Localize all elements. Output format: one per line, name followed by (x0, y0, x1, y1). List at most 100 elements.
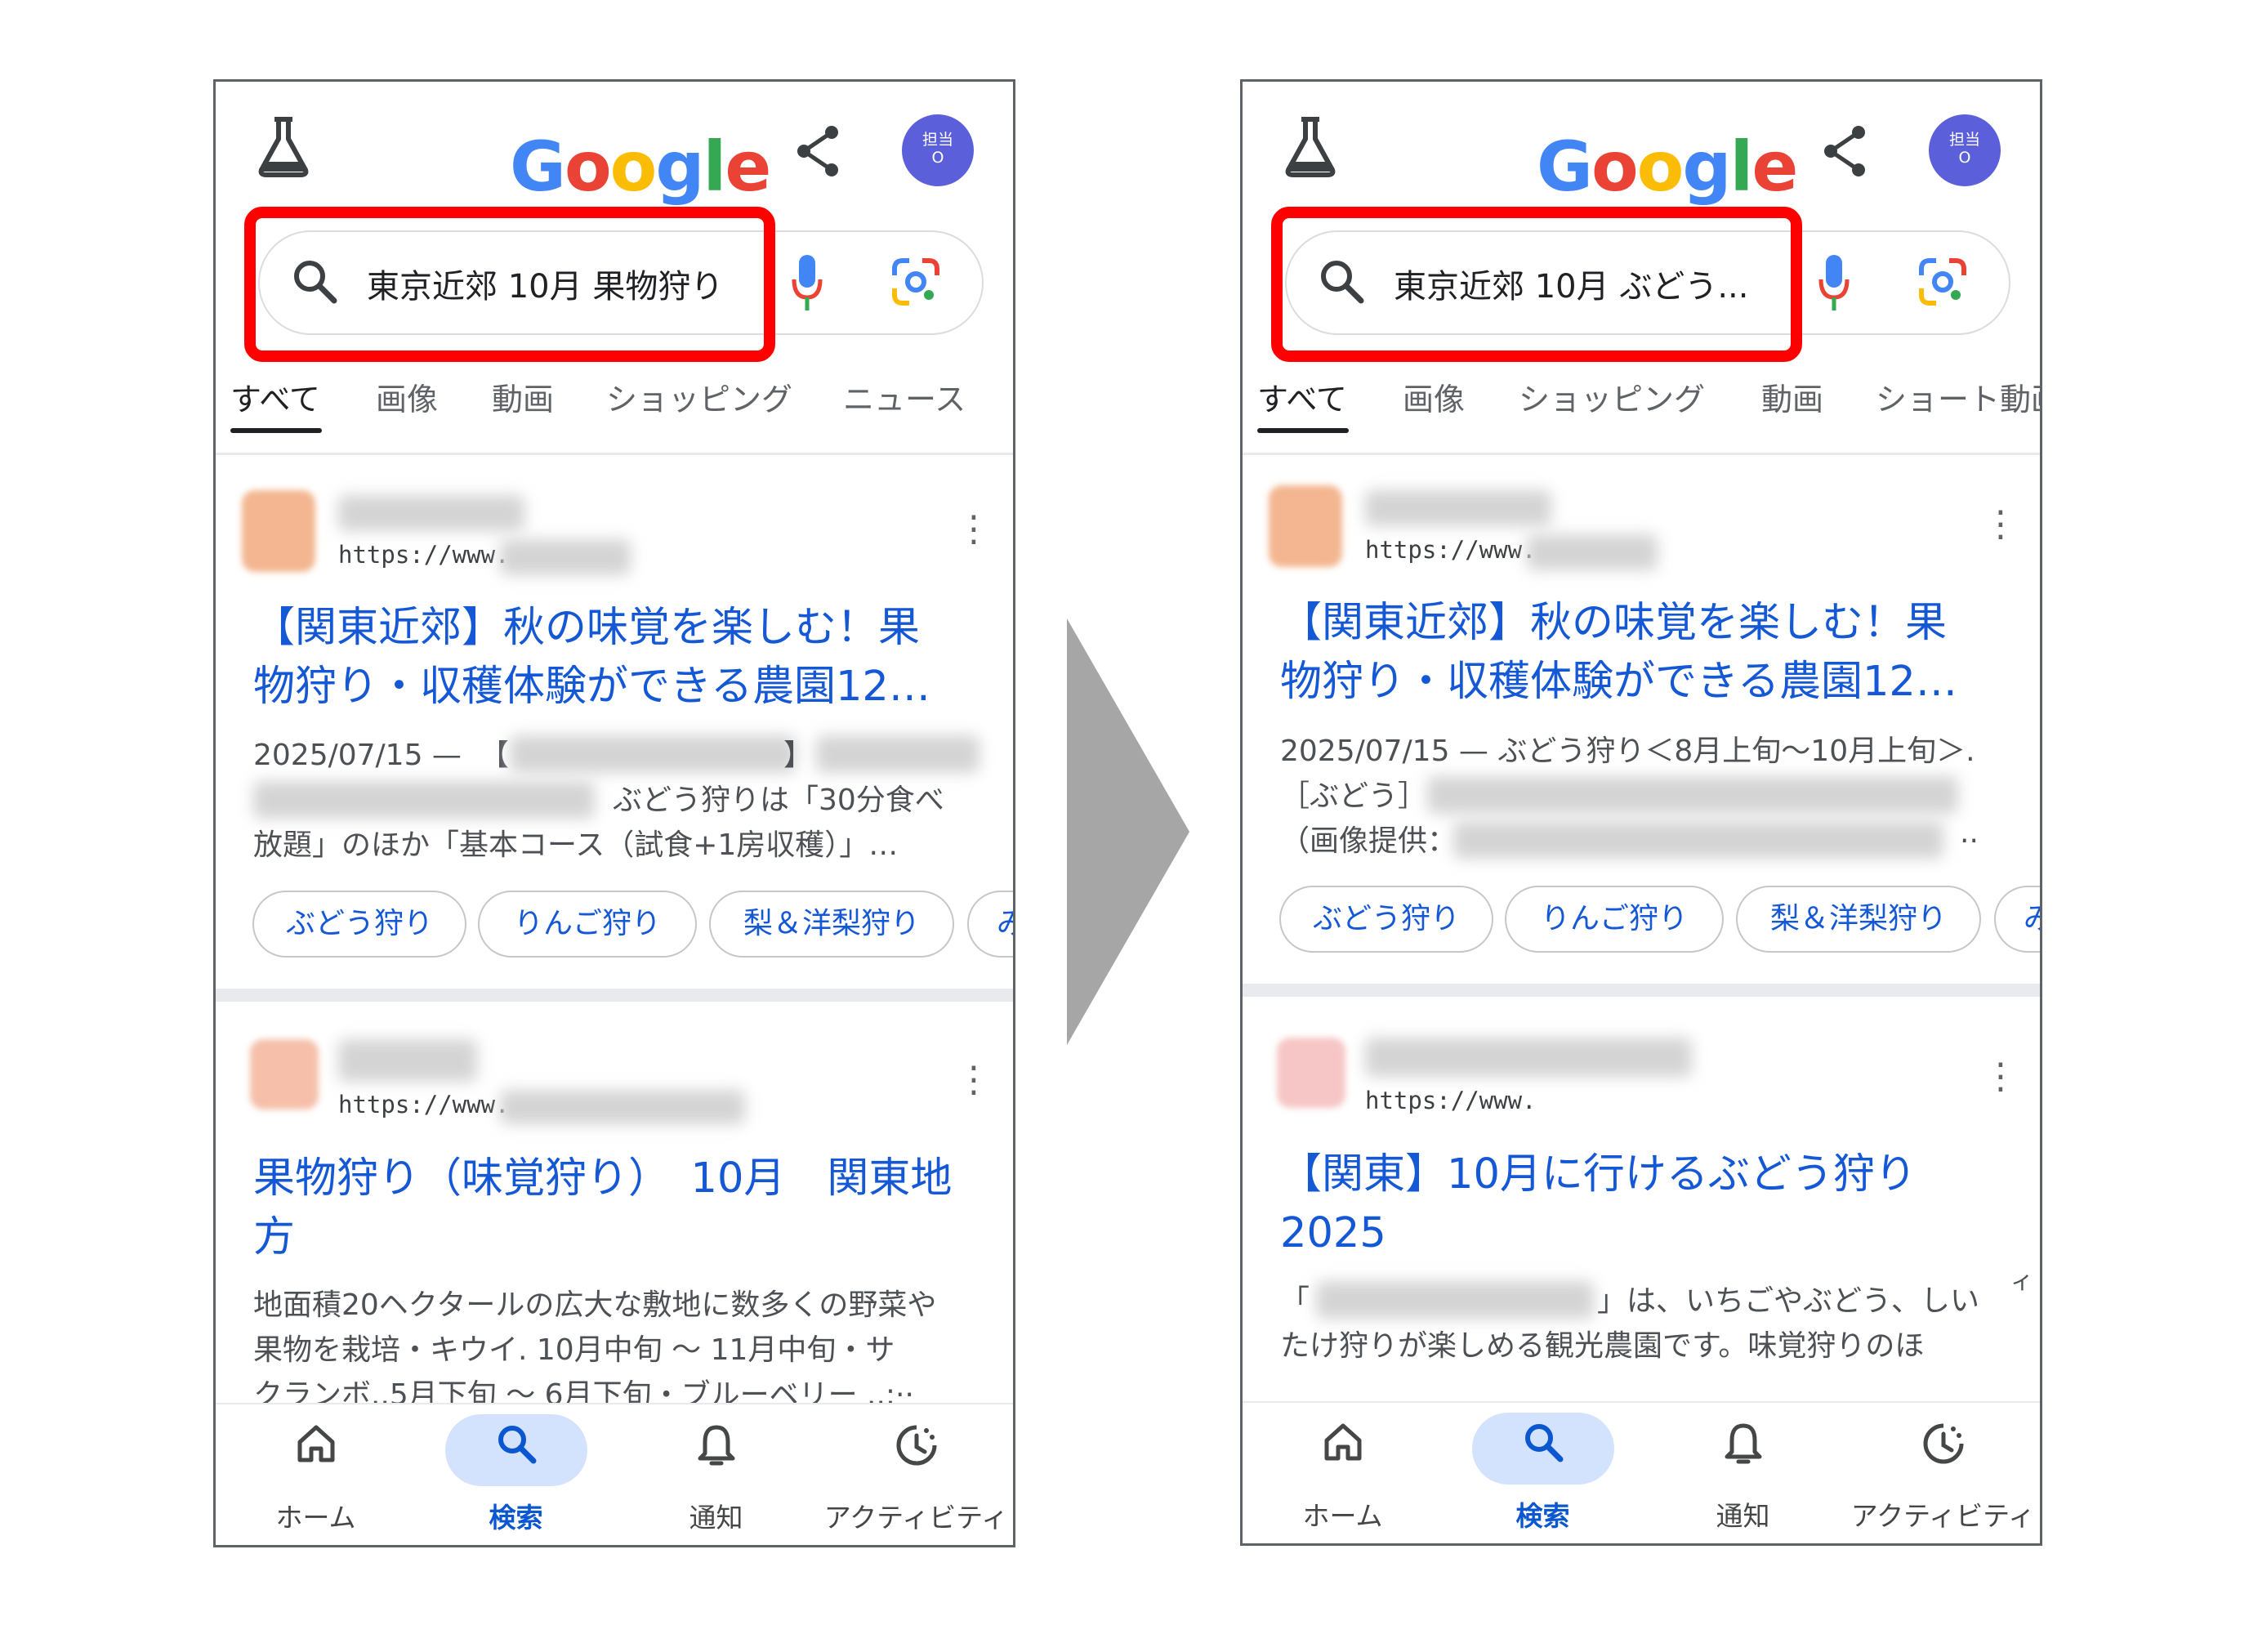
chip-apple[interactable]: りんご狩り (1505, 886, 1724, 953)
bottom-navigation: ホーム 検索 通知 アクティビティ (216, 1403, 1013, 1545)
result-url: https://www. (1365, 1087, 1537, 1114)
tab-shopping[interactable]: ショッピング (606, 374, 792, 419)
google-lens-icon[interactable] (891, 257, 940, 306)
activity-icon (896, 1425, 936, 1466)
tab-news[interactable]: ニュース (843, 374, 966, 419)
query-highlight-box (244, 207, 775, 362)
nav-search-label: 検索 (489, 1502, 543, 1534)
transition-arrow-icon (1067, 618, 1189, 1045)
account-avatar[interactable]: 担当 O (902, 114, 974, 186)
tab-all[interactable]: すべて (1257, 374, 1347, 419)
snippet-redacted (253, 781, 595, 819)
result-url: https://www. (338, 1091, 510, 1118)
microphone-icon[interactable] (792, 253, 823, 312)
google-lens-icon[interactable] (1918, 257, 1967, 306)
nav-activity-label: アクティビティ (823, 1502, 1009, 1534)
chip-grape[interactable]: ぶどう狩り (252, 891, 466, 958)
result-divider (1243, 984, 2040, 997)
more-options-icon[interactable]: ⋮ (956, 511, 992, 547)
tabs-divider (216, 453, 1013, 455)
tab-videos[interactable]: 動画 (1761, 374, 1823, 419)
result-url: https://www. (338, 541, 510, 569)
chip-pear[interactable]: 梨＆洋梨狩り (709, 891, 954, 958)
site-favicon (1269, 485, 1342, 567)
nav-notifications-label: 通知 (689, 1502, 743, 1534)
tab-images[interactable]: 画像 (376, 374, 438, 419)
site-name-redacted (1365, 490, 1551, 526)
bell-icon (1725, 1423, 1761, 1464)
account-avatar[interactable]: 担当 O (1929, 114, 2001, 186)
active-tab-indicator (230, 428, 322, 433)
tab-all[interactable]: すべて (230, 374, 320, 419)
result-date: 2025/07/15 — (253, 739, 462, 772)
snippet-line: ［ぶどう］ (1280, 779, 1428, 813)
snippet-line: 2025/07/15 — ぶどう狩り＜8月上旬〜10月上旬＞. (1280, 734, 1975, 768)
chip-apple[interactable]: りんご狩り (478, 891, 697, 958)
result-divider (216, 989, 1013, 1002)
nav-home-label: ホーム (1302, 1500, 1383, 1532)
result-url: https://www. (1365, 536, 1537, 564)
tab-images[interactable]: 画像 (1403, 374, 1465, 419)
site-name-redacted (1365, 1038, 1692, 1077)
chip-more[interactable]: み (1994, 886, 2040, 953)
snippet-bracket-open: 【 (480, 739, 510, 772)
active-tab-indicator (1257, 428, 1349, 433)
search-tabs: すべて 画像 ショッピング 動画 ショート動画 (1243, 374, 2040, 453)
tab-shopping[interactable]: ショッピング (1519, 374, 1705, 419)
snippet-line: ぶどう狩りは「30分食べ (613, 784, 944, 817)
bell-icon (698, 1425, 734, 1466)
snippet-redacted (1453, 821, 1943, 859)
snippet-quote-open: 「 (1280, 1284, 1310, 1318)
site-favicon (1277, 1038, 1345, 1108)
home-icon (1324, 1423, 1361, 1461)
snippet-redacted (816, 735, 979, 773)
snippet-line: （画像提供： (1280, 824, 1457, 858)
tab-videos[interactable]: 動画 (492, 374, 554, 419)
result-title[interactable]: 【関東近郊】秋の味覚を楽しむ！果 物狩り・収穫体験ができる農園12… (253, 599, 930, 717)
google-logo: Google (1537, 127, 1798, 207)
url-redacted (500, 539, 631, 575)
site-favicon (250, 1039, 319, 1110)
snippet-ellipsis: ·· (1960, 824, 1979, 858)
url-redacted (500, 1090, 745, 1124)
home-icon (297, 1425, 334, 1462)
snippet-line: 地面積20ヘクタールの広大な敷地に数多くの野菜や (253, 1288, 937, 1322)
labs-flask-icon[interactable] (257, 116, 310, 178)
labs-flask-icon[interactable] (1283, 116, 1337, 178)
chip-more[interactable]: み (967, 891, 1013, 958)
snippet-mark: ィ (2010, 1267, 2034, 1294)
share-icon[interactable] (794, 124, 843, 178)
more-options-icon[interactable]: ⋮ (1983, 507, 2019, 542)
site-name-redacted (338, 495, 524, 531)
activity-icon (1923, 1423, 1963, 1464)
bottom-navigation: ホーム 検索 通知 アクティビティ (1243, 1401, 2040, 1543)
chip-pear[interactable]: 梨＆洋梨狩り (1736, 886, 1981, 953)
snippet-line: 」は、いちごやぶどう、しい (1597, 1284, 1980, 1318)
phone-screenshot-after: Google 担当 O 東京近郊 10月 ぶどう... すべて 画像 ショッピング… (1240, 79, 2042, 1546)
snippet-redacted (1427, 776, 1958, 814)
nav-notifications-label: 通知 (1716, 1500, 1770, 1532)
result-title[interactable]: 果物狩り（味覚狩り） 10月 関東地方 (253, 1150, 952, 1267)
site-favicon (242, 490, 315, 572)
url-redacted (1527, 534, 1658, 570)
more-options-icon[interactable]: ⋮ (1983, 1059, 2019, 1095)
phone-screenshot-before: Google 担当 O 東京近郊 10月 果物狩り すべて 画像 動画 ショッピン… (213, 79, 1015, 1547)
chip-grape[interactable]: ぶどう狩り (1279, 886, 1493, 953)
more-options-icon[interactable]: ⋮ (956, 1062, 992, 1098)
site-name-redacted (338, 1039, 477, 1082)
snippet-bracket-close: 】 (783, 739, 814, 772)
query-highlight-box (1271, 207, 1802, 362)
google-logo: Google (510, 127, 771, 207)
search-icon (1524, 1424, 1563, 1462)
share-icon[interactable] (1821, 124, 1870, 178)
nav-search-label: 検索 (1515, 1500, 1570, 1532)
tab-short-videos[interactable]: ショート動画 (1876, 374, 2040, 419)
nav-home-label: ホーム (275, 1502, 356, 1534)
snippet-redacted (1316, 1281, 1594, 1319)
search-icon (498, 1426, 536, 1464)
result-title[interactable]: 【関東近郊】秋の味覚を楽しむ！果 物狩り・収穫体験ができる農園12… (1280, 594, 1957, 712)
result-title[interactable]: 【関東】10月に行けるぶどう狩り 2025 (1280, 1145, 1917, 1263)
search-tabs: すべて 画像 動画 ショッピング ニュース (216, 374, 1013, 453)
snippet-line: たけ狩りが楽しめる観光農園です。味覚狩りのほ (1280, 1329, 1925, 1363)
microphone-icon[interactable] (1818, 253, 1850, 312)
